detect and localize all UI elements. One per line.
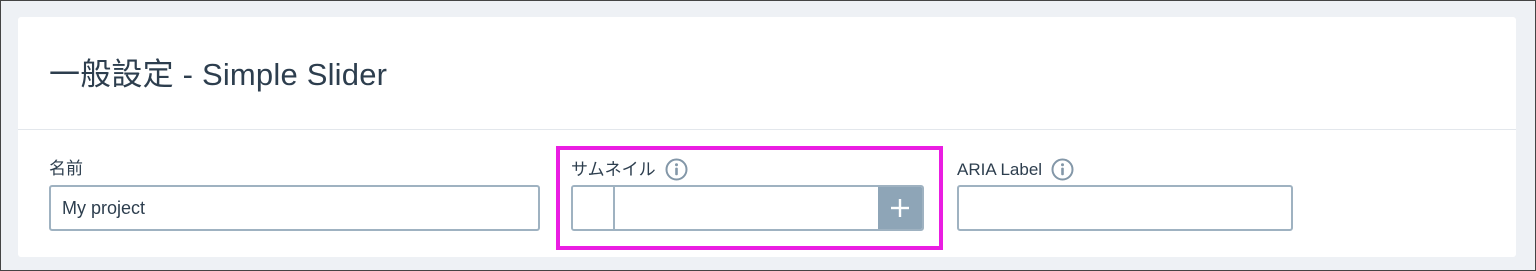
aria-label-field-label: ARIA Label [957, 158, 1074, 181]
name-input[interactable] [49, 185, 540, 231]
thumbnail-input-group [571, 185, 924, 231]
thumbnail-path-input[interactable] [615, 187, 878, 229]
name-label-text: 名前 [49, 159, 83, 178]
aria-label-input[interactable] [957, 185, 1293, 231]
header-divider [18, 129, 1516, 130]
thumbnail-field-label: サムネイル [571, 158, 688, 181]
thumbnail-info-icon[interactable] [665, 158, 688, 181]
thumbnail-preview[interactable] [573, 187, 615, 229]
aria-label-info-icon[interactable] [1051, 158, 1074, 181]
name-field-label: 名前 [49, 158, 83, 180]
page-title: 一般設定 - Simple Slider [49, 57, 388, 92]
thumbnail-label-text: サムネイル [571, 159, 656, 179]
settings-card: 一般設定 - Simple Slider 名前 サムネイル ARIA Label [18, 17, 1516, 257]
thumbnail-add-button[interactable] [878, 187, 922, 229]
plus-icon [891, 199, 909, 217]
aria-label-text: ARIA Label [957, 159, 1043, 179]
